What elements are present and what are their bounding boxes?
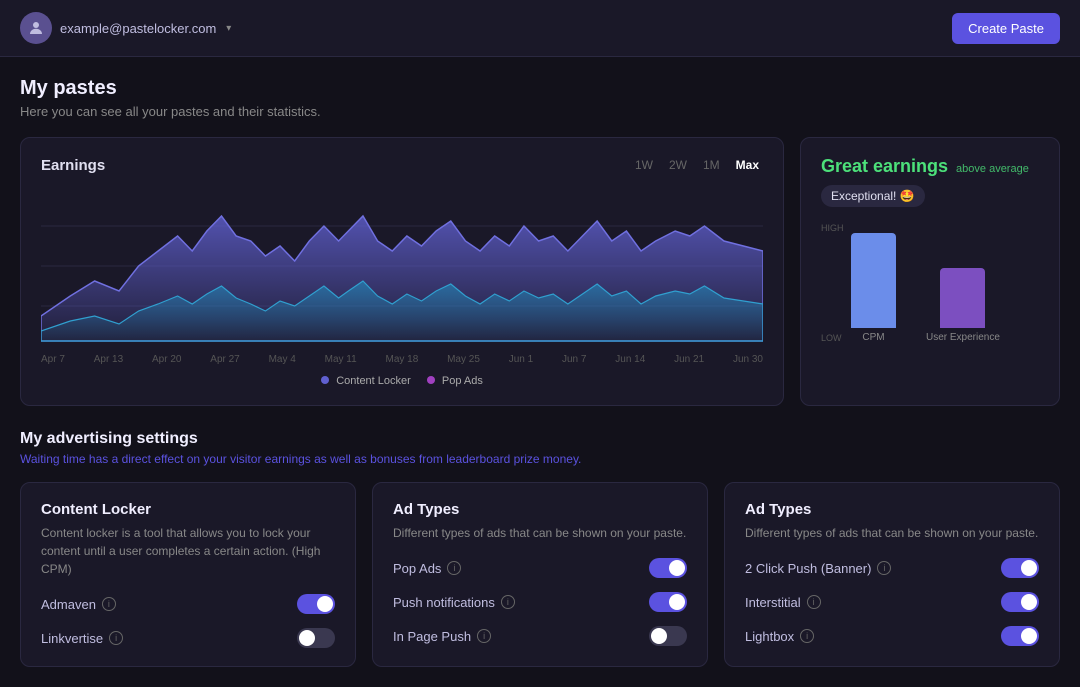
- content-locker-card: Content Locker Content locker is a tool …: [20, 482, 356, 667]
- ad-types-2-title: Ad Types: [745, 501, 1039, 518]
- charts-row: Earnings 1W 2W 1M Max: [20, 137, 1060, 406]
- content-locker-title: Content Locker: [41, 501, 335, 518]
- 2click-push-toggle[interactable]: [1001, 558, 1039, 578]
- filter-max[interactable]: Max: [732, 156, 763, 174]
- pop-ads-label: Pop Ads i: [393, 561, 461, 576]
- page-title: My pastes: [20, 77, 1060, 100]
- above-average-badge: above average: [956, 163, 1029, 175]
- earnings-title: Earnings: [41, 157, 105, 174]
- header-left: example@pastelocker.com ▾: [20, 12, 231, 44]
- bar-y-labels: HIGH LOW: [821, 223, 844, 363]
- header-email: example@pastelocker.com: [60, 21, 216, 36]
- content-locker-desc: Content locker is a tool that allows you…: [41, 524, 335, 578]
- ad-types-card-1: Ad Types Different types of ads that can…: [372, 482, 708, 667]
- pop-ads-toggle-row: Pop Ads i: [393, 558, 687, 578]
- legend-dot-content-locker: [321, 376, 329, 384]
- main-content: My pastes Here you can see all your past…: [0, 57, 1080, 687]
- settings-row: Content Locker Content locker is a tool …: [20, 482, 1060, 667]
- earnings-chart-area: [41, 186, 763, 346]
- great-earnings-title: Great earnings: [821, 156, 948, 177]
- pop-ads-toggle[interactable]: [649, 558, 687, 578]
- earnings-right-card: Great earnings above average Exceptional…: [800, 137, 1060, 406]
- lightbox-info-icon[interactable]: i: [800, 629, 814, 643]
- filter-1w[interactable]: 1W: [631, 156, 657, 174]
- in-page-push-toggle[interactable]: [649, 626, 687, 646]
- section-title: My advertising settings: [20, 430, 1060, 448]
- ad-types-1-title: Ad Types: [393, 501, 687, 518]
- admaven-toggle[interactable]: [297, 594, 335, 614]
- pop-ads-info-icon[interactable]: i: [447, 561, 461, 575]
- ad-types-card-2: Ad Types Different types of ads that can…: [724, 482, 1060, 667]
- chevron-down-icon[interactable]: ▾: [226, 23, 231, 34]
- lightbox-toggle[interactable]: [1001, 626, 1039, 646]
- legend-pop-ads: Pop Ads: [427, 375, 483, 387]
- interstitial-toggle[interactable]: [1001, 592, 1039, 612]
- lightbox-label: Lightbox i: [745, 629, 814, 644]
- time-filters: 1W 2W 1M Max: [631, 156, 763, 174]
- in-page-push-label: In Page Push i: [393, 629, 491, 644]
- bar-chart-area: HIGH LOW CPM User Experience: [821, 223, 1039, 363]
- linkvertise-label: Linkvertise i: [41, 631, 123, 646]
- lightbox-toggle-row: Lightbox i: [745, 626, 1039, 646]
- push-notifications-label: Push notifications i: [393, 595, 515, 610]
- legend-content-locker: Content Locker: [321, 375, 411, 387]
- linkvertise-info-icon[interactable]: i: [109, 631, 123, 645]
- create-paste-button[interactable]: Create Paste: [952, 13, 1060, 44]
- header: example@pastelocker.com ▾ Create Paste: [0, 0, 1080, 57]
- interstitial-info-icon[interactable]: i: [807, 595, 821, 609]
- interstitial-label: Interstitial i: [745, 595, 821, 610]
- bar-ux-column: User Experience: [926, 268, 1000, 343]
- bar-ux-label: User Experience: [926, 332, 1000, 343]
- linkvertise-toggle-row: Linkvertise i: [41, 628, 335, 648]
- earnings-card: Earnings 1W 2W 1M Max: [20, 137, 784, 406]
- avatar: [20, 12, 52, 44]
- filter-1m[interactable]: 1M: [699, 156, 724, 174]
- chart-legend: Content Locker Pop Ads: [41, 375, 763, 387]
- section-subtitle: Waiting time has a direct effect on your…: [20, 452, 1060, 466]
- bar-cpm-label: CPM: [862, 332, 884, 343]
- filter-2w[interactable]: 2W: [665, 156, 691, 174]
- admaven-info-icon[interactable]: i: [102, 597, 116, 611]
- admaven-toggle-row: Admaven i: [41, 594, 335, 614]
- page-subtitle: Here you can see all your pastes and the…: [20, 104, 1060, 119]
- 2click-push-label: 2 Click Push (Banner) i: [745, 561, 891, 576]
- interstitial-toggle-row: Interstitial i: [745, 592, 1039, 612]
- bar-cpm: [851, 233, 896, 328]
- chart-dates: Apr 7 Apr 13 Apr 20 Apr 27 May 4 May 11 …: [41, 354, 763, 365]
- push-notifications-toggle-row: Push notifications i: [393, 592, 687, 612]
- ad-types-1-desc: Different types of ads that can be shown…: [393, 524, 687, 542]
- admaven-label: Admaven i: [41, 597, 116, 612]
- legend-dot-pop-ads: [427, 376, 435, 384]
- in-page-push-info-icon[interactable]: i: [477, 629, 491, 643]
- push-notifications-info-icon[interactable]: i: [501, 595, 515, 609]
- 2click-push-info-icon[interactable]: i: [877, 561, 891, 575]
- earnings-header: Earnings 1W 2W 1M Max: [41, 156, 763, 174]
- push-notifications-toggle[interactable]: [649, 592, 687, 612]
- linkvertise-toggle[interactable]: [297, 628, 335, 648]
- 2click-push-toggle-row: 2 Click Push (Banner) i: [745, 558, 1039, 578]
- bar-cpm-column: CPM: [851, 233, 896, 343]
- bar-ux: [940, 268, 985, 328]
- great-earnings-header: Great earnings above average: [821, 156, 1039, 177]
- exceptional-badge: Exceptional! 🤩: [821, 185, 925, 207]
- in-page-push-toggle-row: In Page Push i: [393, 626, 687, 646]
- ad-types-2-desc: Different types of ads that can be shown…: [745, 524, 1039, 542]
